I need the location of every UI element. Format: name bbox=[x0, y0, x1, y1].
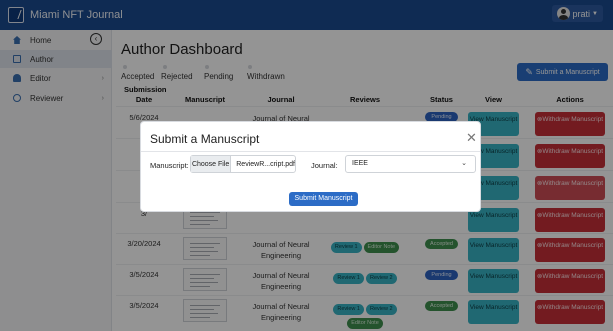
journal-label: Journal: bbox=[311, 161, 338, 170]
manuscript-file-input[interactable]: Choose File ReviewR...cript.pdf bbox=[190, 155, 296, 173]
modal-submit-button[interactable]: Submit Manuscript bbox=[289, 192, 358, 206]
choose-file-button[interactable]: Choose File bbox=[191, 156, 232, 172]
modal-title: Submit a Manuscript bbox=[150, 132, 260, 146]
journal-select[interactable]: IEEE ⌄ bbox=[345, 155, 476, 173]
manuscript-label: Manuscript: bbox=[150, 161, 189, 170]
close-icon[interactable]: ✕ bbox=[466, 130, 477, 146]
submit-manuscript-modal: Submit a Manuscript ✕ Manuscript: Choose… bbox=[140, 121, 481, 212]
chevron-down-icon: ⌄ bbox=[461, 160, 467, 167]
journal-selected-value: IEEE bbox=[352, 160, 368, 167]
selected-file-name: ReviewR...cript.pdf bbox=[236, 160, 295, 168]
modal-divider bbox=[141, 151, 480, 152]
